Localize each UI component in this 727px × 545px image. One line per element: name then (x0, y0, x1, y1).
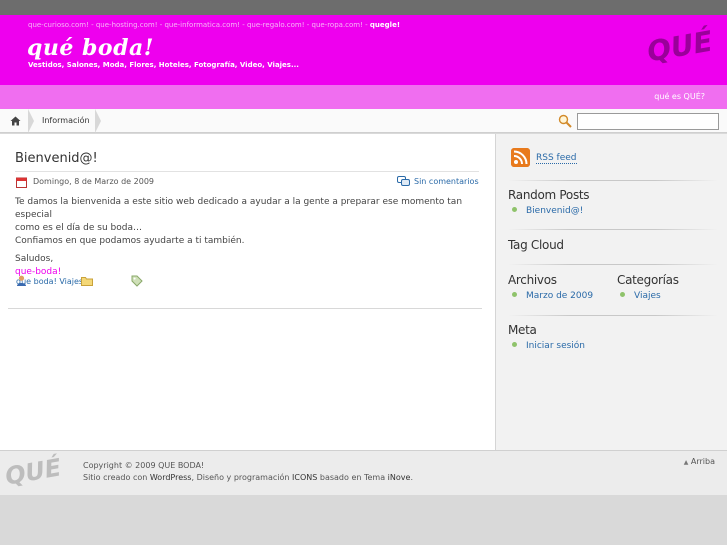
tag-cloud-heading: Tag Cloud (508, 238, 564, 252)
credits-text: . (410, 473, 413, 482)
category-link[interactable]: Viajes (59, 277, 83, 286)
credits-text: basado en Tema (319, 473, 386, 482)
comments-link[interactable]: Sin comentarios (414, 177, 479, 186)
login-link[interactable]: Iniciar sesión (526, 341, 585, 351)
meta-item[interactable]: Iniciar sesión (512, 341, 585, 351)
divider (508, 315, 718, 316)
sub-header-bar: qué es QUÉ? (0, 85, 727, 109)
meta-heading: Meta (508, 323, 537, 337)
wordpress-link[interactable]: WordPress (150, 473, 192, 482)
divider (15, 171, 479, 172)
random-posts-heading: Random Posts (508, 188, 590, 202)
post-greeting: Saludos, (15, 254, 54, 264)
network-links[interactable]: que-curioso.com! - que-hosting.com! - qu… (28, 21, 400, 29)
network-sites[interactable]: que-curioso.com! - que-hosting.com! - qu… (28, 21, 368, 29)
category-item[interactable]: Viajes (620, 291, 661, 301)
bullet-icon (512, 342, 517, 347)
archive-link[interactable]: Marzo de 2009 (526, 291, 593, 301)
network-active-site[interactable]: quegle! (370, 21, 400, 29)
theme-link[interactable]: iNove (388, 473, 411, 482)
archive-item[interactable]: Marzo de 2009 (512, 291, 593, 301)
top-band (0, 0, 727, 15)
search-icon[interactable] (558, 114, 572, 128)
footer-logo: QUÉ (2, 453, 64, 491)
back-to-top-label: Arriba (690, 457, 715, 466)
comments-icon (397, 176, 410, 186)
bullet-icon (512, 292, 517, 297)
divider (508, 264, 718, 265)
site-tagline: Vestidos, Salones, Moda, Flores, Hoteles… (28, 61, 299, 69)
icons-link[interactable]: ICONS (292, 473, 317, 482)
bullet-icon (620, 292, 625, 297)
folder-icon (81, 277, 93, 286)
rss-feed-link[interactable]: RSS feed (536, 153, 577, 164)
post-meta: que boda! Viajes (16, 275, 143, 287)
home-button[interactable] (0, 109, 30, 133)
divider (508, 180, 718, 181)
site-title[interactable]: qué boda! (27, 35, 154, 61)
site-footer: QUÉ Copyright © 2009 QUE BODA! Sitio cre… (0, 450, 727, 495)
random-post-item[interactable]: Bienvenid@! (512, 206, 583, 216)
breadcrumb-item-informacion[interactable]: Información (42, 116, 90, 125)
category-item-link[interactable]: Viajes (634, 291, 661, 301)
about-link[interactable]: qué es QUÉ? (654, 92, 705, 101)
rss-icon[interactable] (511, 148, 530, 167)
credits: Sitio creado con WordPress, Diseño y pro… (83, 473, 413, 482)
post-paragraph: como es el día de su boda… (15, 223, 142, 233)
brand-logo: QUÉ (644, 24, 716, 69)
post-title[interactable]: Bienvenid@! (15, 151, 98, 166)
main-content: Bienvenid@! Domingo, 8 de Marzo de 2009 … (0, 134, 495, 450)
post-paragraph: Te damos la bienvenida a este sitio web … (15, 197, 463, 220)
divider (8, 308, 482, 309)
archives-heading: Archivos (508, 273, 557, 287)
bullet-icon (512, 207, 517, 212)
back-to-top-link[interactable]: ▲ Arriba (684, 457, 715, 466)
home-icon (10, 116, 20, 126)
arrow-up-icon: ▲ (683, 459, 689, 466)
breadcrumb-separator (28, 109, 34, 133)
author-icon (17, 275, 26, 286)
post-body: Te damos la bienvenida a este sitio web … (15, 196, 485, 284)
copyright: Copyright © 2009 QUE BODA! (83, 461, 205, 470)
divider (508, 229, 718, 230)
sidebar: RSS feed Random Posts Bienvenid@! Tag Cl… (495, 134, 727, 450)
post-paragraph: Confiamos en que podamos ayudarte a ti t… (15, 236, 245, 246)
categories-heading: Categorías (617, 273, 679, 287)
search-input[interactable] (577, 113, 719, 130)
breadcrumb-bar: Información (0, 109, 727, 133)
site-header: que-curioso.com! - que-hosting.com! - qu… (0, 15, 727, 85)
random-post-link[interactable]: Bienvenid@! (526, 206, 583, 216)
breadcrumb-separator (95, 109, 101, 133)
credits-text: , Diseño y programación (191, 473, 290, 482)
post-date: Domingo, 8 de Marzo de 2009 (33, 177, 155, 186)
tag-icon (131, 275, 143, 287)
calendar-icon (16, 177, 27, 188)
credits-text: Sitio creado con (83, 473, 148, 482)
